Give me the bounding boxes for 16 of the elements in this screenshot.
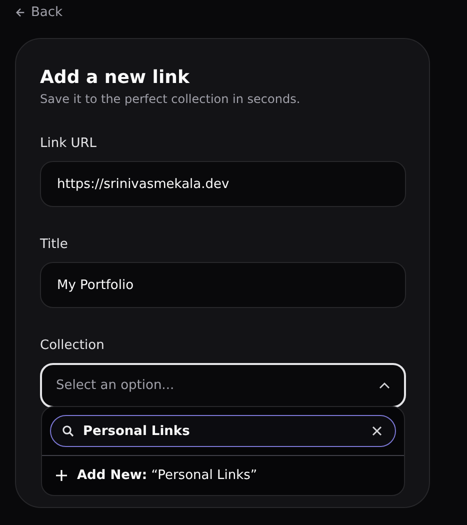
input-field[interactable]: https://srinivasmekala.dev — [40, 161, 406, 207]
field-label: Title — [40, 237, 69, 252]
add-new-option[interactable]: Add New: “Personal Links” — [42, 456, 404, 495]
field-label: Collection — [40, 338, 106, 353]
plus-icon — [56, 470, 67, 481]
back-link[interactable]: Back — [15, 5, 63, 20]
form-title: Add a new link — [40, 67, 191, 88]
field-label: Link URL — [40, 136, 98, 151]
arrow-left-icon — [15, 7, 26, 18]
search-field[interactable]: Personal Links — [50, 415, 396, 447]
search-icon — [62, 425, 74, 437]
chevron-icon — [379, 382, 390, 389]
form-subtitle: Save it to the perfect collection in seconds. — [40, 92, 302, 106]
close-icon — [372, 426, 382, 436]
select-field[interactable]: Select an option... — [40, 363, 406, 408]
input-field[interactable]: My Portfolio — [40, 262, 406, 308]
